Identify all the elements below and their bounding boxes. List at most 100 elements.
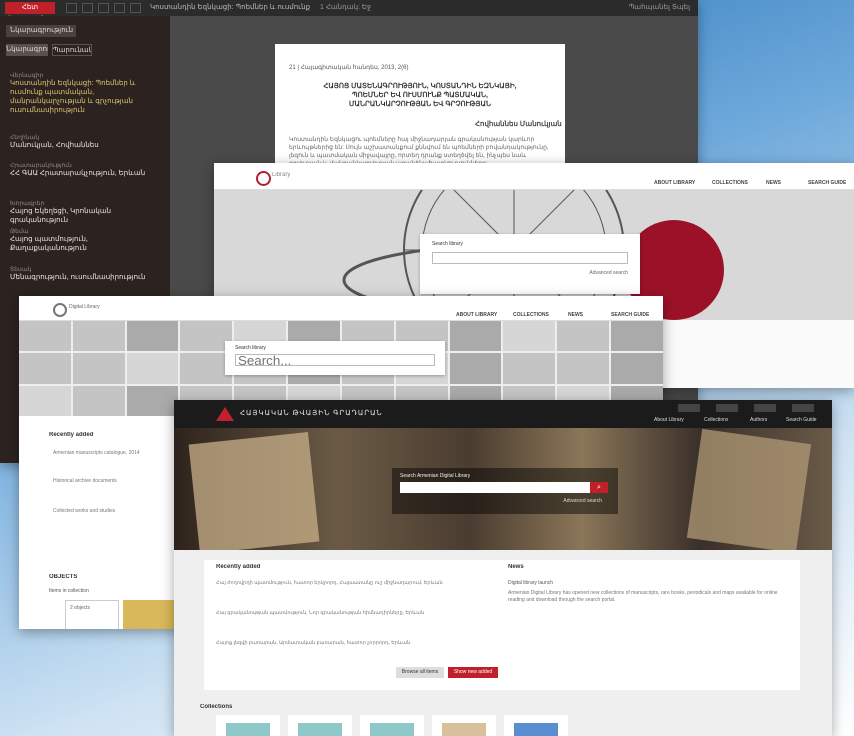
- collection-tile[interactable]: [288, 715, 352, 736]
- field-value: ՀՀ ԳԱԱ Հրատարակչություն, Երևան: [10, 170, 146, 177]
- toolbar-right-actions[interactable]: Պահպանել Տպել: [629, 3, 690, 11]
- field-label: Թեմա: [10, 229, 29, 235]
- field-value: Կոստանդին Եզնկացի: Պոեմներ և ուսմունք պա…: [10, 80, 136, 114]
- field-label: Հրատարակություն: [10, 163, 72, 169]
- table-row[interactable]: Հայոց լեզվի բառարան, Արմատական բառարան, …: [216, 640, 492, 647]
- field-value[interactable]: Հայոց Եկեղեցի, Կրոնական գրականություն: [10, 207, 160, 225]
- search-label: Search library: [432, 241, 463, 247]
- list-item[interactable]: Historical archive documents: [53, 478, 183, 484]
- nav-news[interactable]: NEWS: [568, 312, 583, 318]
- news-item-body: Armenian Digital Library has opened new …: [508, 590, 778, 603]
- table-row[interactable]: Հայ գրականության պատմություն, Նոր գրական…: [216, 610, 492, 617]
- search-box: Search Armenian Digital Library ⌕ Advanc…: [392, 468, 618, 514]
- collection-tile[interactable]: [216, 715, 280, 736]
- page-author: Հովհաննես Մանուկյան: [475, 121, 562, 128]
- lang-button[interactable]: [754, 404, 776, 412]
- back-button[interactable]: Հետ վերադառնալ: [5, 2, 55, 23]
- items-subtitle: Items in collection: [49, 588, 89, 594]
- field-value: Մենագրություն, ուսումնասիրություն: [10, 274, 146, 281]
- advanced-search-link[interactable]: Advanced search: [563, 498, 602, 504]
- collection-card[interactable]: 2 objects: [65, 600, 119, 629]
- recently-added-title: Recently added: [216, 564, 261, 570]
- nav-about[interactable]: About Library: [654, 417, 684, 423]
- search-label: Search Armenian Digital Library: [400, 473, 471, 479]
- show-new-added-button[interactable]: Show new added: [448, 667, 498, 678]
- lang-button[interactable]: [678, 404, 700, 412]
- field-type: Տեսակ Մենագրություն, ուսումնասիրություն: [10, 266, 160, 282]
- document-title: Կոստանդին Եզնկացի: Պոեմներ և ուսմունք պա…: [150, 4, 310, 11]
- list-item[interactable]: Armenian manuscripts catalogue, 2014: [53, 450, 183, 456]
- field-topic: Թեմա Հայոց պատմություն, Քաղաքականություն: [10, 228, 160, 253]
- nav-about[interactable]: ABOUT LIBRARY: [456, 312, 497, 318]
- library-logo-icon[interactable]: [256, 171, 271, 186]
- rotate-icon[interactable]: [114, 3, 125, 13]
- field-label: Վերնագիր: [10, 73, 44, 79]
- collection-thumbnail: [298, 723, 342, 736]
- site-header: Digital Library ABOUT LIBRARY COLLECTION…: [19, 296, 663, 321]
- collection-thumbnail: [514, 723, 558, 736]
- field-publisher: Հրատարակություն ՀՀ ԳԱԱ Հրատարակչություն,…: [10, 162, 160, 178]
- tab-description[interactable]: Նկարագրություն: [6, 44, 48, 56]
- collection-tile[interactable]: [504, 715, 568, 736]
- search-button[interactable]: ⌕: [590, 482, 608, 493]
- card-text: 2 objects: [70, 605, 91, 611]
- nav-search-guide[interactable]: SEARCH GUIDE: [808, 180, 846, 186]
- armenian-digital-library-window: ՀԱՅԿԱԿԱՆ ԹՎԱՅԻՆ ԳՐԱԴԱՐԱՆ About Library C…: [174, 400, 832, 736]
- news-item-title[interactable]: Digital library launch: [508, 580, 784, 587]
- collection-tile[interactable]: [360, 715, 424, 736]
- field-value[interactable]: Հայոց պատմություն, Քաղաքականություն: [10, 235, 160, 253]
- manuscript-page-image: [188, 432, 320, 550]
- field-value[interactable]: Մանուկյան, Հովհաննես: [10, 141, 160, 150]
- nav-authors[interactable]: Authors: [750, 417, 767, 423]
- zoom-in-icon[interactable]: [82, 3, 93, 13]
- list-item[interactable]: Collected works and studies: [53, 508, 183, 514]
- search-input[interactable]: [400, 482, 590, 493]
- nav-search-guide[interactable]: Search Guide: [786, 417, 817, 423]
- news-title: News: [508, 564, 524, 570]
- collection-tile[interactable]: [432, 715, 496, 736]
- metadata-header-button[interactable]: Նկարագրություն: [6, 25, 76, 37]
- field-label: Խորագրեր: [10, 201, 45, 207]
- objects-title: OBJECTS: [49, 574, 78, 580]
- lang-button[interactable]: [716, 404, 738, 412]
- search-box: Search library: [225, 341, 445, 375]
- browse-all-button[interactable]: Browse all items: [396, 667, 444, 678]
- manuscript-page-image: [686, 428, 812, 550]
- site-header: ՀԱՅԿԱԿԱՆ ԹՎԱՅԻՆ ԳՐԱԴԱՐԱՆ About Library C…: [174, 400, 832, 428]
- search-label: Search library: [235, 345, 266, 351]
- page-indicator[interactable]: 1 Հանդակ: Եջ: [320, 3, 371, 11]
- collection-card[interactable]: [123, 600, 175, 629]
- nav-about[interactable]: ABOUT LIBRARY: [654, 180, 695, 186]
- nav-search-guide[interactable]: SEARCH GUIDE: [611, 312, 649, 318]
- logo-text: ՀԱՅԿԱԿԱՆ ԹՎԱՅԻՆ ԳՐԱԴԱՐԱՆ: [240, 410, 383, 417]
- advanced-search-link[interactable]: Advanced search: [589, 270, 628, 276]
- field-label: Տեսակ: [10, 267, 32, 273]
- search-input[interactable]: [235, 354, 435, 366]
- nav-news[interactable]: NEWS: [766, 180, 781, 186]
- fullscreen-icon[interactable]: [130, 3, 141, 13]
- logo-text: Library: [272, 172, 291, 178]
- logo-text: Digital Library: [69, 304, 100, 310]
- table-row[interactable]: Հայ ժողովրդի պատմություն, հատոր երկրորդ,…: [216, 580, 492, 587]
- library-logo-icon[interactable]: [53, 303, 67, 317]
- page-article-title: ՀԱՅՈՑ ՄԱՏԵՆԱԳՐՈՒԹՅՈՒՆ, ԿՈՍՏԱՆԴԻՆ ԵԶՆԿԱՑԻ…: [323, 83, 517, 108]
- nav-collections[interactable]: COLLECTIONS: [513, 312, 549, 318]
- tab-contents[interactable]: Պարունակություն: [52, 44, 92, 56]
- search-input[interactable]: [432, 252, 628, 264]
- collection-thumbnail: [226, 723, 270, 736]
- page-header: 21 | Հայագիտական հանդես, 2013, 2(6): [289, 65, 409, 71]
- recently-added-title: Recently added: [49, 432, 94, 438]
- field-title: Վերնագիր Կոստանդին Եզնկացի: Պոեմներ և ու…: [10, 72, 160, 115]
- lang-button[interactable]: [792, 404, 814, 412]
- collections-title: Collections: [200, 704, 233, 710]
- zoom-out-icon[interactable]: [66, 3, 77, 13]
- collection-thumbnail: [442, 723, 486, 736]
- library-logo-icon[interactable]: [216, 407, 234, 421]
- nav-collections[interactable]: COLLECTIONS: [712, 180, 748, 186]
- field-author: Հեղինակ Մանուկյան, Հովհաննես: [10, 134, 160, 150]
- nav-collections[interactable]: Collections: [704, 417, 728, 423]
- site-header: Library ABOUT LIBRARY COLLECTIONS NEWS S…: [214, 163, 854, 190]
- field-label: Հեղինակ: [10, 135, 40, 141]
- fit-page-icon[interactable]: [98, 3, 109, 13]
- viewer-toolbar: Հետ վերադառնալ Կոստանդին Եզնկացի: Պոեմնե…: [0, 0, 698, 23]
